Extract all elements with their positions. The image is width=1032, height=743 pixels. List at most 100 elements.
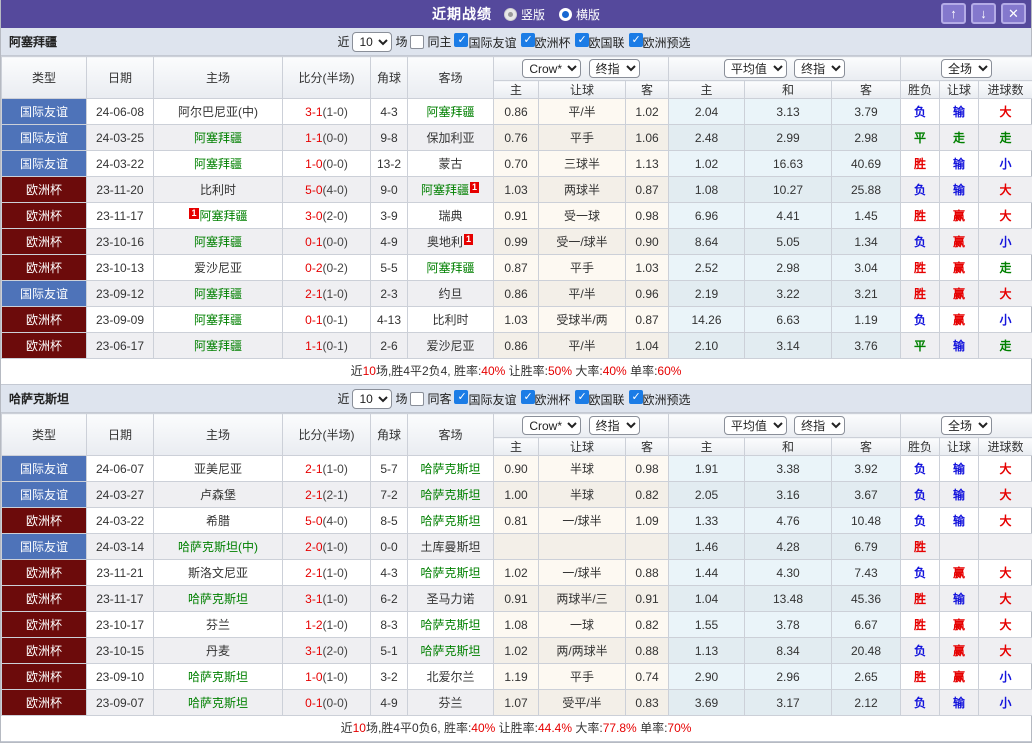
handicap-home-odds-cell: 0.87 [494, 255, 539, 281]
handicap-away-odds-cell: 0.88 [626, 638, 669, 664]
focus-team-name: 阿塞拜疆 [194, 313, 242, 327]
final-index-select[interactable]: 终指 [589, 416, 640, 435]
corners-cell: 4-9 [371, 690, 408, 716]
subcol-odds-away: 客 [832, 438, 901, 456]
radio-icon[interactable] [504, 8, 517, 21]
match-count-select[interactable]: 10 [352, 32, 392, 52]
handicap-result-cell: 输 [940, 508, 979, 534]
league-checkbox[interactable] [575, 33, 589, 47]
handicap-away-odds-cell: 0.90 [626, 229, 669, 255]
layout-radio-group: 竖版 横版 [504, 6, 600, 23]
final-index-select[interactable]: 终指 [589, 59, 640, 78]
team-section: 哈萨克斯坦 近 10 场 同客 国际友谊欧洲杯欧国联欧洲预选 类型 日期 主场 … [1, 385, 1031, 742]
away-team-cell: 芬兰 [408, 690, 494, 716]
league-label: 欧洲杯 [535, 36, 571, 50]
summary-row: 近10场,胜4平0负6, 胜率:40% 让胜率:44.4% 大率:77.8% 单… [1, 716, 1031, 742]
halftime-score: (1-0) [323, 287, 348, 301]
focus-team-name: 哈萨克斯坦 [420, 566, 480, 580]
average-select[interactable]: 平均值 [724, 59, 787, 78]
opponent-team-name: 爱沙尼亚 [426, 339, 474, 353]
league-checkbox[interactable] [454, 390, 468, 404]
average-select[interactable]: 平均值 [724, 416, 787, 435]
summary-stat-value: 70% [667, 721, 691, 735]
same-venue-checkbox[interactable] [410, 35, 424, 49]
filter-bar: 近 10 场 同客 国际友谊欧洲杯欧国联欧洲预选 [337, 389, 694, 409]
avg-draw-odds-cell: 3.22 [745, 281, 832, 307]
handicap-away-odds-cell: 0.82 [626, 482, 669, 508]
league-checkbox[interactable] [575, 390, 589, 404]
summary-stat-value: 44.4% [538, 721, 572, 735]
bookmaker-group: Crow* 终指 [494, 57, 669, 81]
handicap-result-cell: 输 [940, 456, 979, 482]
focus-team-name: 哈萨克斯坦 [420, 462, 480, 476]
handicap-home-odds-cell: 0.91 [494, 203, 539, 229]
home-team-cell: 爱沙尼亚 [154, 255, 283, 281]
league-type-cell: 欧洲杯 [2, 229, 87, 255]
handicap-home-odds-cell: 0.86 [494, 99, 539, 125]
handicap-line-cell: 两球半 [539, 177, 626, 203]
radio-vertical-version[interactable]: 竖版 [504, 6, 545, 23]
radio-horizontal-version[interactable]: 横版 [559, 6, 600, 23]
league-type-cell: 欧洲杯 [2, 560, 87, 586]
same-venue-checkbox[interactable] [410, 392, 424, 406]
handicap-result-cell [940, 534, 979, 560]
avg-away-odds-cell: 6.67 [832, 612, 901, 638]
halftime-score: (0-0) [323, 157, 348, 171]
avg-away-odds-cell: 6.79 [832, 534, 901, 560]
bookmaker-group: Crow* 终指 [494, 414, 669, 438]
corners-cell: 6-2 [371, 586, 408, 612]
match-scope-select[interactable]: 全场 [941, 416, 992, 435]
subcol-goals: 进球数 [979, 438, 1032, 456]
radio-horizontal-label: 横版 [576, 6, 600, 23]
move-up-button[interactable]: ↑ [941, 3, 966, 24]
opponent-team-name: 瑞典 [438, 209, 462, 223]
match-count-select[interactable]: 10 [352, 389, 392, 409]
summary-text: 近 [351, 364, 363, 378]
page-title: 近期战绩 [432, 4, 492, 24]
final-index-select-2[interactable]: 终指 [794, 59, 845, 78]
match-row: 欧洲杯23-06-17阿塞拜疆1-1(0-1)2-6爱沙尼亚0.86平/半1.0… [2, 333, 1032, 359]
handicap-away-odds-cell: 1.02 [626, 99, 669, 125]
result-cell: 胜 [901, 255, 940, 281]
bookmaker-select[interactable]: Crow* [522, 59, 581, 78]
opponent-team-name: 爱沙尼亚 [194, 261, 242, 275]
league-type-cell: 国际友谊 [2, 125, 87, 151]
opponent-team-name: 北爱尔兰 [426, 670, 474, 684]
handicap-result-cell: 赢 [940, 229, 979, 255]
avg-away-odds-cell: 45.36 [832, 586, 901, 612]
league-checkbox[interactable] [454, 33, 468, 47]
handicap-home-odds-cell: 0.76 [494, 125, 539, 151]
result-cell: 负 [901, 508, 940, 534]
bookmaker-select[interactable]: Crow* [522, 416, 581, 435]
league-checkbox[interactable] [521, 390, 535, 404]
radio-selected-icon[interactable] [559, 8, 572, 21]
league-type-cell: 国际友谊 [2, 534, 87, 560]
close-button[interactable]: ✕ [1001, 3, 1026, 24]
handicap-line-cell: 平/半 [539, 281, 626, 307]
match-scope-select[interactable]: 全场 [941, 59, 992, 78]
score-cell: 1-2(1-0) [283, 612, 371, 638]
goals-result-cell: 走 [979, 255, 1032, 281]
match-row: 欧洲杯23-09-07哈萨克斯坦0-1(0-0)4-9芬兰1.07受平/半0.8… [2, 690, 1032, 716]
result-cell: 负 [901, 560, 940, 586]
score-cell: 2-1(1-0) [283, 281, 371, 307]
opponent-team-name: 芬兰 [206, 618, 230, 632]
opponent-team-name: 保加利亚 [426, 131, 474, 145]
away-team-cell: 圣马力诺 [408, 586, 494, 612]
result-cell: 负 [901, 690, 940, 716]
score-cell: 3-1(1-0) [283, 99, 371, 125]
move-down-button[interactable]: ↓ [971, 3, 996, 24]
league-checkbox[interactable] [521, 33, 535, 47]
league-checkbox[interactable] [629, 390, 643, 404]
title-bar: 近期战绩 竖版 横版 ↑ ↓ ✕ [1, 0, 1031, 28]
league-checkbox[interactable] [629, 33, 643, 47]
summary-stat-value: 40% [471, 721, 495, 735]
goals-result-cell: 小 [979, 664, 1032, 690]
focus-team-name: 哈萨克斯坦 [420, 488, 480, 502]
avg-home-odds-cell: 14.26 [669, 307, 745, 333]
goals-result-cell: 大 [979, 177, 1032, 203]
final-index-select-2[interactable]: 终指 [794, 416, 845, 435]
home-team-cell: 阿塞拜疆 [154, 229, 283, 255]
focus-team-name: 阿塞拜疆 [426, 105, 474, 119]
avg-home-odds-cell: 1.08 [669, 177, 745, 203]
